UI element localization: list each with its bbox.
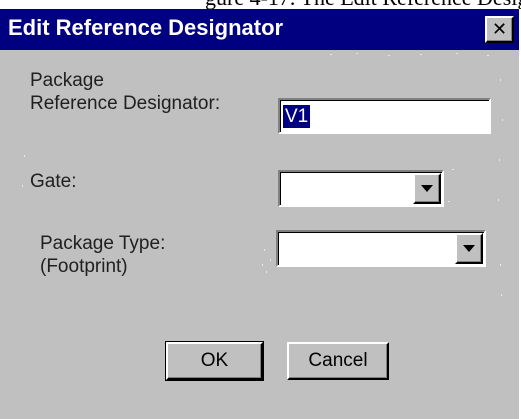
chevron-down-icon (463, 245, 475, 252)
close-button[interactable]: ✕ (485, 16, 514, 43)
reference-designator-input[interactable]: V1 (278, 98, 491, 134)
ok-button[interactable]: OK (165, 341, 264, 381)
dialog-titlebar[interactable]: Edit Reference Designator ✕ (0, 9, 519, 50)
gate-dropdown-button[interactable] (413, 173, 441, 204)
gate-dropdown[interactable] (278, 170, 444, 207)
caption-text: gure 4-17. The Edit Reference Designator… (205, 0, 521, 9)
package-label-line2: Reference Designator: (30, 93, 221, 114)
document-caption-fragment: gure 4-17. The Edit Reference Designator… (0, 0, 521, 9)
gate-label: Gate: (30, 171, 77, 192)
package-type-label-line2: (Footprint) (40, 256, 128, 277)
close-icon: ✕ (491, 18, 508, 40)
package-type-dropdown-button[interactable] (455, 233, 483, 264)
package-reference-designator-label: Package Reference Designator: (30, 69, 220, 115)
edit-reference-designator-dialog: Edit Reference Designator ✕ Package Refe… (0, 9, 521, 419)
package-type-label: Package Type: (Footprint) (40, 232, 165, 278)
dialog-title: Edit Reference Designator (8, 15, 284, 40)
cancel-button[interactable]: Cancel (287, 342, 389, 380)
reference-designator-value: V1 (283, 105, 311, 128)
package-type-label-line1: Package Type: (40, 233, 166, 254)
package-label-line1: Package (30, 70, 104, 91)
chevron-down-icon (421, 185, 433, 192)
package-type-dropdown[interactable] (276, 230, 486, 267)
